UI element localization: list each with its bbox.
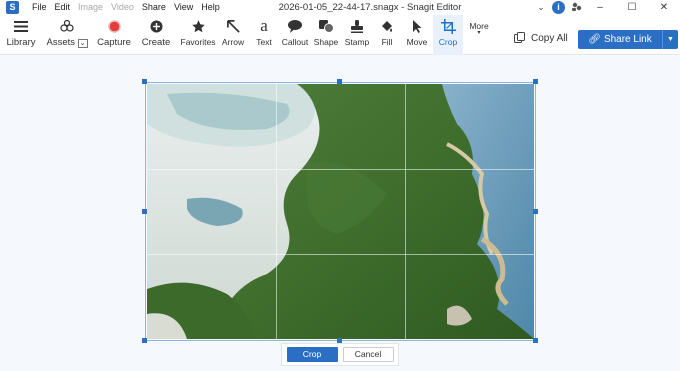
tool-label: Text: [256, 37, 272, 47]
assets-label: Assets ⌄: [46, 37, 88, 48]
record-icon: [107, 15, 121, 37]
title-bar-controls: ⌄ i – ☐ ✕: [533, 0, 680, 15]
tool-label: Callout: [281, 37, 309, 47]
tool-text[interactable]: a Text: [250, 15, 278, 55]
crop-cancel-button[interactable]: Cancel: [342, 347, 394, 362]
maximize-button[interactable]: ☐: [616, 2, 648, 13]
crop-handle-bottom-left[interactable]: [142, 338, 147, 343]
share-link-button[interactable]: 🔗︎ Share Link ▼: [578, 30, 678, 49]
assets-button[interactable]: Assets ⌄: [44, 15, 90, 55]
crop-confirm-button[interactable]: Crop: [286, 347, 338, 362]
chevron-down-icon: ▼: [667, 36, 674, 43]
text-icon: a: [260, 16, 268, 35]
crop-handle-top[interactable]: [337, 79, 342, 84]
more-button[interactable]: More ▾: [466, 15, 492, 55]
tool-label: Crop: [438, 37, 458, 47]
crop-icon: [440, 15, 456, 37]
main-toolbar: Library Assets ⌄ Capture Create Favorite…: [0, 15, 680, 55]
assets-icon: [60, 15, 74, 37]
info-icon[interactable]: i: [552, 1, 565, 14]
more-label: More: [469, 21, 489, 31]
tool-label: Fill: [381, 37, 393, 47]
tool-fill[interactable]: Fill: [374, 15, 400, 55]
tool-arrow[interactable]: Arrow: [218, 15, 248, 55]
crop-handle-top-right[interactable]: [533, 79, 538, 84]
close-button[interactable]: ✕: [648, 2, 680, 13]
move-icon: [411, 15, 423, 37]
crop-action-bar: Crop Cancel: [281, 343, 399, 366]
arrow-icon: [226, 15, 241, 37]
tool-label: Stamp: [344, 37, 370, 47]
tool-callout[interactable]: Callout: [280, 15, 310, 55]
tool-crop[interactable]: Crop: [433, 15, 463, 55]
shape-icon: [318, 15, 334, 37]
tool-label: Arrow: [221, 37, 245, 47]
tool-shape[interactable]: Shape: [312, 15, 340, 55]
library-button[interactable]: Library: [2, 15, 40, 55]
crop-handle-left[interactable]: [142, 209, 147, 214]
fill-icon: [380, 15, 394, 37]
library-label: Library: [6, 37, 36, 48]
create-button[interactable]: Create: [138, 15, 174, 55]
title-bar: S File Edit Image Video Share View Help …: [0, 0, 680, 15]
share-dropdown-button[interactable]: ▼: [662, 30, 678, 49]
create-label: Create: [141, 37, 171, 48]
crop-handle-bottom-right[interactable]: [533, 338, 538, 343]
chevron-down-icon[interactable]: ⌄: [533, 2, 549, 13]
callout-icon: [287, 15, 303, 37]
tool-label: Favorites: [180, 37, 216, 47]
stamp-icon: [350, 15, 364, 37]
tool-label: Move: [406, 37, 428, 47]
capture-label: Capture: [97, 37, 131, 48]
tool-label: Shape: [313, 37, 339, 47]
chevron-down-icon: ▾: [477, 30, 481, 36]
tool-stamp[interactable]: Stamp: [342, 15, 372, 55]
link-icon: 🔗︎: [588, 34, 601, 45]
minimize-button[interactable]: –: [584, 2, 616, 13]
crop-handle-top-left[interactable]: [142, 79, 147, 84]
menu-lines-icon: [14, 15, 28, 37]
crop-frame[interactable]: [145, 82, 536, 341]
plus-circle-icon: [150, 15, 163, 37]
capture-button[interactable]: Capture: [94, 15, 134, 55]
tool-move[interactable]: Move: [403, 15, 431, 55]
copy-all-label: Copy All: [531, 32, 568, 44]
crop-handle-right[interactable]: [533, 209, 538, 214]
feedback-icon[interactable]: [568, 2, 584, 14]
copy-all-button[interactable]: Copy All: [514, 32, 568, 44]
star-icon: [191, 15, 206, 37]
share-link-label: Share Link: [603, 34, 652, 45]
share-link-main[interactable]: 🔗︎ Share Link: [578, 34, 662, 45]
tool-favorites[interactable]: Favorites: [180, 15, 216, 55]
copy-icon: [514, 32, 525, 43]
